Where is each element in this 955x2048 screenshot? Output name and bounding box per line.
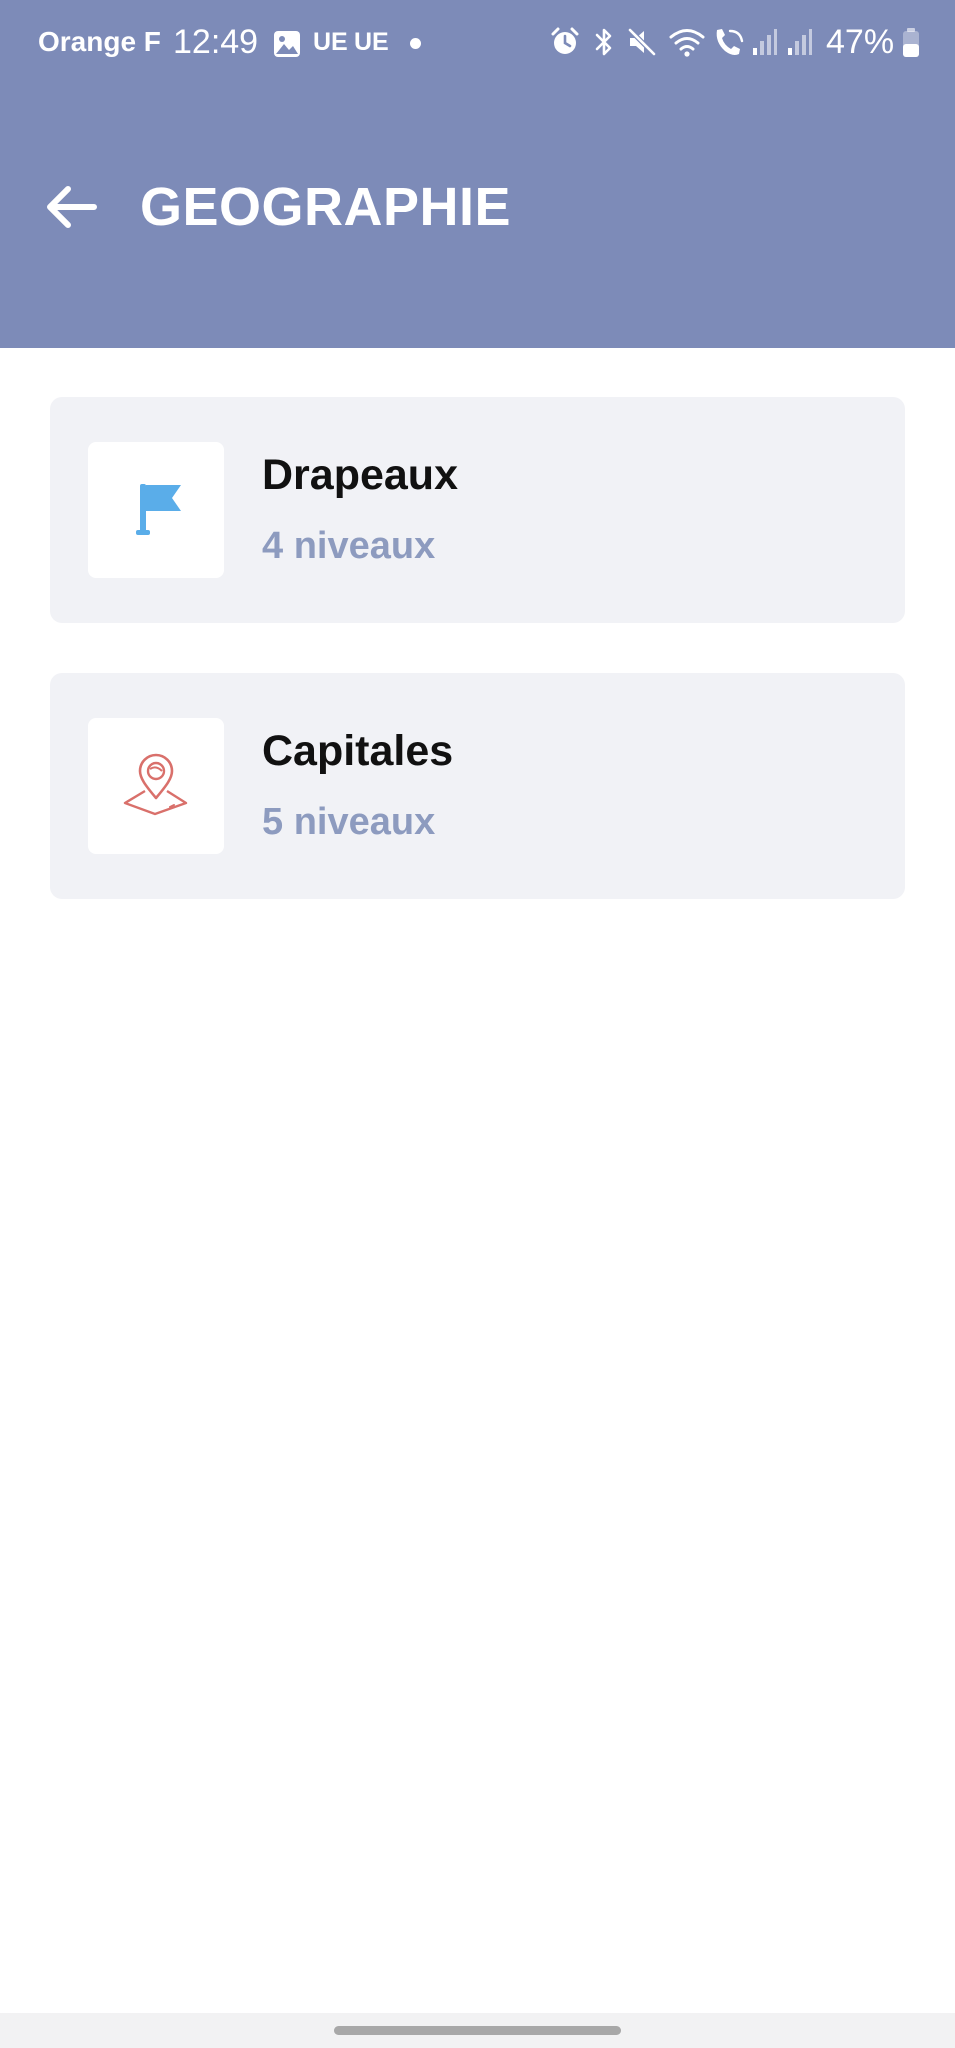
battery-icon (903, 28, 919, 57)
category-icon-box (88, 442, 224, 578)
category-title: Capitales (262, 727, 454, 775)
mute-icon (627, 27, 657, 57)
map-pin-icon (123, 753, 188, 816)
category-icon-box (88, 718, 224, 854)
system-nav-bar (0, 2013, 955, 2048)
status-bar: Orange F 12:49 UE UE 47% (0, 0, 955, 86)
carrier-name: Orange F (38, 26, 161, 57)
app-screen: Orange F 12:49 UE UE 47% GEOGRAPHIE Drap… (0, 0, 955, 2048)
signal-icon (753, 29, 777, 55)
category-card-capitales[interactable]: Capitales 5 niveaux (50, 673, 905, 899)
category-card-drapeaux[interactable]: Drapeaux 4 niveaux (50, 397, 905, 623)
arrow-left-icon (47, 186, 97, 228)
wifi-icon (669, 29, 705, 57)
back-button[interactable] (36, 172, 106, 242)
category-level-count: 5 niveaux (262, 801, 436, 843)
wifi-calling-icon (716, 29, 744, 55)
bluetooth-icon (595, 28, 612, 56)
signal-icon (788, 29, 812, 55)
ue-indicator: UE (354, 28, 389, 56)
category-title: Drapeaux (262, 451, 458, 499)
app-header: Orange F 12:49 UE UE 47% GEOGRAPHIE (0, 0, 955, 348)
battery-percent: 47% (826, 23, 895, 61)
alarm-icon (551, 27, 579, 54)
category-level-count: 4 niveaux (262, 525, 436, 567)
home-indicator[interactable] (334, 2026, 621, 2035)
ue-indicator: UE (313, 28, 348, 56)
gallery-icon (274, 31, 300, 57)
page-title: GEOGRAPHIE (140, 177, 512, 237)
status-time: 12:49 (173, 23, 259, 61)
notification-dot (410, 38, 421, 49)
flag-icon (136, 484, 181, 535)
